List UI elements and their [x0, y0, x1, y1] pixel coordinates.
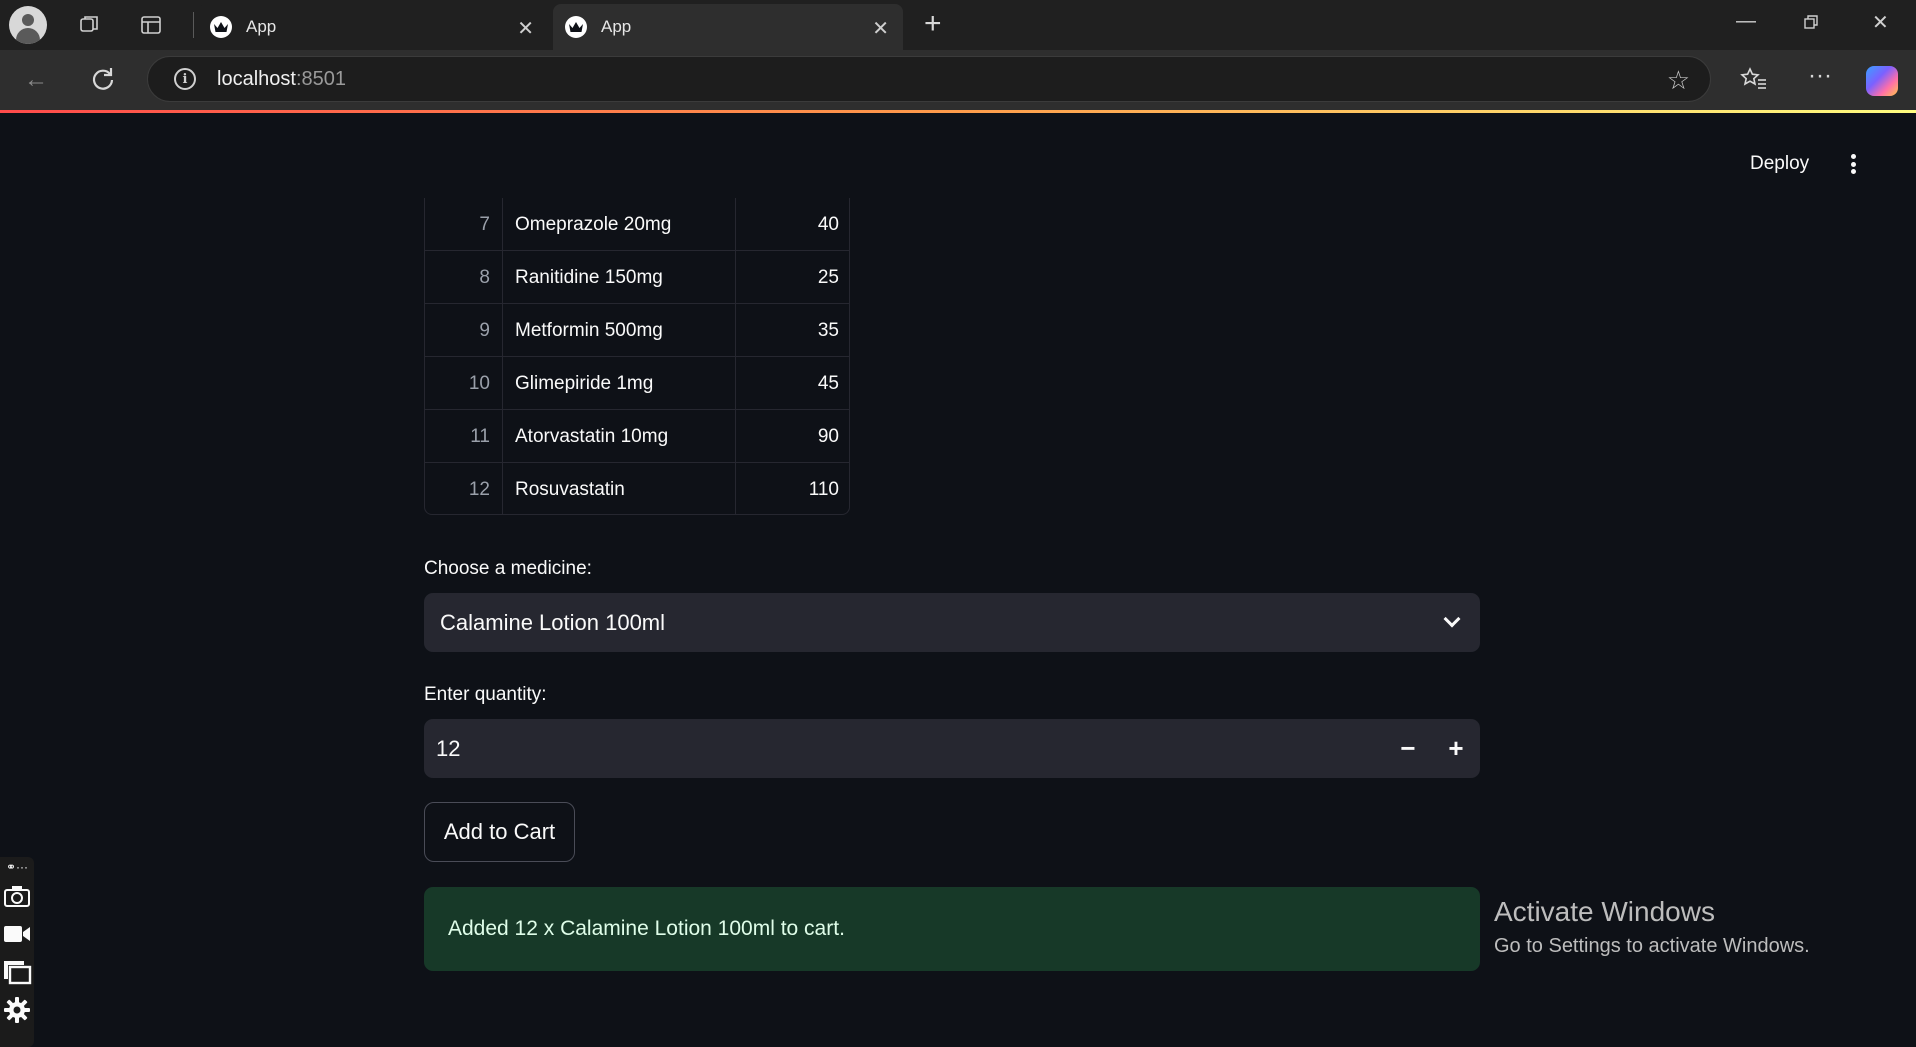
- favorites-list-icon[interactable]: [1740, 66, 1768, 99]
- table-row: 7 Omeprazole 20mg 40: [425, 198, 849, 251]
- app-main: Deploy 7 Omeprazole 20mg 40 8 Ranitidine…: [0, 113, 1916, 1047]
- close-window-icon[interactable]: ✕: [1872, 10, 1889, 35]
- medicine-name-cell[interactable]: Atorvastatin 10mg: [503, 410, 736, 463]
- tab-app-2[interactable]: App ✕: [553, 4, 903, 50]
- quantity-input[interactable]: 12: [436, 736, 460, 762]
- streamlit-crown-icon: [565, 16, 587, 38]
- increment-button[interactable]: +: [1432, 719, 1480, 778]
- close-tab-icon[interactable]: ✕: [872, 16, 889, 41]
- value-cell[interactable]: 90: [736, 410, 849, 463]
- table-row: 9 Metformin 500mg 35: [425, 304, 849, 357]
- medicine-name-cell[interactable]: Omeprazole 20mg: [503, 198, 736, 251]
- medicine-name-cell[interactable]: Metformin 500mg: [503, 304, 736, 357]
- value-cell[interactable]: 25: [736, 251, 849, 304]
- row-index: 9: [425, 304, 503, 357]
- row-index: 10: [425, 357, 503, 410]
- back-arrow-icon[interactable]: ←: [24, 66, 48, 94]
- quantity-stepper[interactable]: 12 − +: [424, 719, 1480, 778]
- deploy-button[interactable]: Deploy: [1750, 153, 1809, 175]
- activate-windows-subtitle: Go to Settings to activate Windows.: [1494, 935, 1810, 957]
- table-row: 11 Atorvastatin 10mg 90: [425, 410, 849, 463]
- value-cell[interactable]: 40: [736, 198, 849, 251]
- row-index: 8: [425, 251, 503, 304]
- table-row-partial: [425, 503, 849, 514]
- browser-titlebar: App ✕ App ✕ + — ✕: [0, 0, 1916, 50]
- favorite-star-icon[interactable]: ☆: [1667, 65, 1690, 96]
- decrement-button[interactable]: −: [1384, 719, 1432, 778]
- profile-icon: [9, 6, 47, 44]
- medicine-name-cell[interactable]: Glimepiride 1mg: [503, 357, 736, 410]
- new-tab-icon[interactable]: +: [924, 7, 942, 41]
- copilot-icon[interactable]: [1866, 66, 1898, 96]
- windows-stack-icon[interactable]: [2, 954, 32, 990]
- table-row: 8 Ranitidine 150mg 25: [425, 251, 849, 304]
- restore-icon[interactable]: [1803, 10, 1819, 36]
- url-text: localhost:8501: [217, 67, 346, 90]
- gear-icon[interactable]: [2, 992, 32, 1028]
- workspaces-icon[interactable]: [72, 8, 106, 42]
- activate-windows-title: Activate Windows: [1494, 896, 1715, 927]
- more-options-icon[interactable]: ···: [1808, 62, 1832, 90]
- medicine-select-label: Choose a medicine:: [424, 558, 592, 579]
- medicine-select[interactable]: Calamine Lotion 100ml: [424, 593, 1480, 652]
- titlebar-divider: [193, 12, 194, 38]
- tab-title: App: [246, 17, 277, 36]
- value-cell[interactable]: 35: [736, 304, 849, 357]
- vertical-tabs-icon[interactable]: [134, 8, 168, 42]
- close-tab-icon[interactable]: ✕: [517, 16, 534, 41]
- camera-icon[interactable]: [2, 878, 32, 914]
- row-index: 11: [425, 410, 503, 463]
- chevron-down-icon[interactable]: [1443, 610, 1461, 628]
- browser-navbar: ← i localhost:8501 ☆ ···: [0, 50, 1916, 110]
- medicine-name-cell[interactable]: Ranitidine 150mg: [503, 251, 736, 304]
- main-menu-icon[interactable]: [1846, 151, 1860, 177]
- add-to-cart-button[interactable]: Add to Cart: [424, 802, 575, 862]
- row-index: 7: [425, 198, 503, 251]
- streamlit-crown-icon: [210, 16, 232, 38]
- video-camera-icon[interactable]: [2, 916, 32, 952]
- screen-capture-toolbar: ⚭···: [0, 857, 34, 1047]
- value-cell[interactable]: 45: [736, 357, 849, 410]
- profile-avatar[interactable]: [8, 5, 48, 45]
- site-info-icon[interactable]: i: [174, 68, 196, 90]
- success-alert: Added 12 x Calamine Lotion 100ml to cart…: [424, 887, 1480, 971]
- tab-title: App: [601, 17, 632, 36]
- reload-icon[interactable]: [90, 66, 116, 99]
- address-bar[interactable]: i localhost:8501 ☆: [147, 56, 1711, 102]
- medicine-select-value: Calamine Lotion 100ml: [440, 609, 666, 635]
- tab-app-1[interactable]: App ✕: [198, 4, 548, 50]
- medicine-dataframe[interactable]: 7 Omeprazole 20mg 40 8 Ranitidine 150mg …: [424, 198, 850, 515]
- minimize-icon[interactable]: —: [1736, 10, 1756, 33]
- quantity-label: Enter quantity:: [424, 684, 547, 705]
- table-row: 10 Glimepiride 1mg 45: [425, 357, 849, 410]
- toolbar-handle-icon[interactable]: ⚭···: [6, 860, 28, 876]
